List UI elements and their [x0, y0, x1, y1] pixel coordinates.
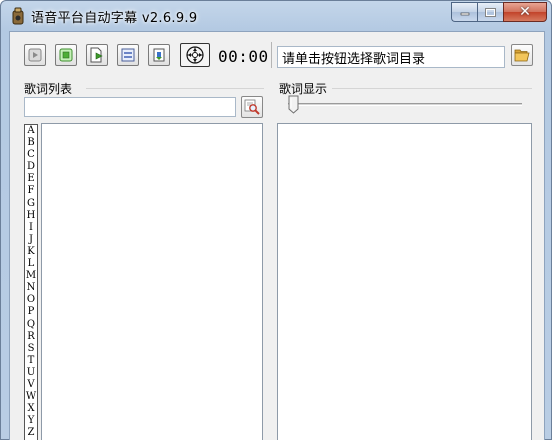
maximize-button[interactable] [477, 2, 503, 22]
close-icon: ✕ [519, 4, 531, 20]
stop-icon [59, 48, 73, 62]
search-icon [244, 99, 260, 115]
move-icon [186, 46, 204, 64]
toolbar-separator [271, 42, 272, 68]
caption-buttons: ✕ [451, 2, 547, 22]
lyrics-position-slider-track[interactable] [288, 103, 522, 106]
letter-index-item[interactable]: A [25, 125, 37, 137]
letter-index-item[interactable]: O [25, 294, 37, 306]
lyrics-list-label: 歌词列表 [24, 80, 75, 97]
title-bar[interactable]: 语音平台自动字幕 v2.6.9.9 ✕ [1, 1, 551, 31]
app-icon [12, 7, 24, 25]
folder-open-icon [514, 49, 530, 62]
letter-index-item[interactable]: F [25, 185, 37, 197]
letter-index-item[interactable]: S [25, 343, 37, 355]
play-button[interactable] [24, 44, 46, 66]
letter-index-item[interactable]: U [25, 367, 37, 379]
letter-index-item[interactable]: C [25, 149, 37, 161]
lyrics-display-label: 歌词显示 [279, 80, 330, 97]
letter-index-item[interactable]: T [25, 355, 37, 367]
letter-index-item[interactable]: X [25, 403, 37, 415]
letter-index-item[interactable]: M [25, 270, 37, 282]
edit-button[interactable] [117, 44, 139, 66]
export-icon [90, 47, 103, 63]
client-area: 00:00 歌词列表 ABCDEFGHIJKLMNOPQRSTUVWXYZ [9, 31, 545, 440]
browse-folder-button[interactable] [511, 44, 533, 66]
letter-index-item[interactable]: Q [25, 319, 37, 331]
lyrics-search-input[interactable] [24, 97, 236, 117]
letter-index-item[interactable]: N [25, 282, 37, 294]
search-button[interactable] [241, 96, 263, 118]
letter-index-item[interactable]: P [25, 306, 37, 318]
move-button[interactable] [180, 43, 210, 67]
letter-index-item[interactable]: K [25, 246, 37, 258]
letter-index-item[interactable]: Y [25, 415, 37, 427]
stop-button[interactable] [55, 44, 77, 66]
export-button[interactable] [86, 44, 108, 66]
letter-index-item[interactable]: D [25, 161, 37, 173]
edit-icon [121, 48, 135, 62]
letter-index: ABCDEFGHIJKLMNOPQRSTUVWXYZ [24, 124, 38, 440]
letter-index-item[interactable]: I [25, 222, 37, 234]
minimize-icon [460, 12, 469, 16]
lyrics-list-divider [86, 88, 264, 89]
import-icon [153, 48, 165, 62]
import-button[interactable] [148, 44, 170, 66]
letter-index-item[interactable]: G [25, 198, 37, 210]
main-window: 语音平台自动字幕 v2.6.9.9 ✕ 00:00 请单击按钮选择歌词目录 歌词… [0, 0, 552, 440]
letter-index-item[interactable]: H [25, 210, 37, 222]
lyrics-position-slider-thumb[interactable] [288, 95, 299, 114]
letter-index-item[interactable]: B [25, 137, 37, 149]
lyrics-display-box[interactable] [277, 123, 532, 440]
lyrics-list-box[interactable] [41, 123, 263, 440]
letter-index-item[interactable]: Z [25, 427, 37, 439]
letter-index-item[interactable]: W [25, 391, 37, 403]
letter-index-item[interactable]: J [25, 234, 37, 246]
playback-timer: 00:00 [218, 47, 269, 66]
play-icon [28, 48, 42, 62]
window-title: 语音平台自动字幕 v2.6.9.9 [31, 11, 198, 26]
lyrics-directory-field[interactable] [277, 46, 505, 68]
maximize-icon [485, 7, 496, 17]
letter-index-item[interactable]: R [25, 331, 37, 343]
letter-index-item[interactable]: V [25, 379, 37, 391]
close-button[interactable]: ✕ [503, 2, 547, 22]
lyrics-display-divider [332, 88, 532, 89]
letter-index-item[interactable]: E [25, 173, 37, 185]
minimize-button[interactable] [451, 2, 477, 22]
letter-index-item[interactable]: L [25, 258, 37, 270]
